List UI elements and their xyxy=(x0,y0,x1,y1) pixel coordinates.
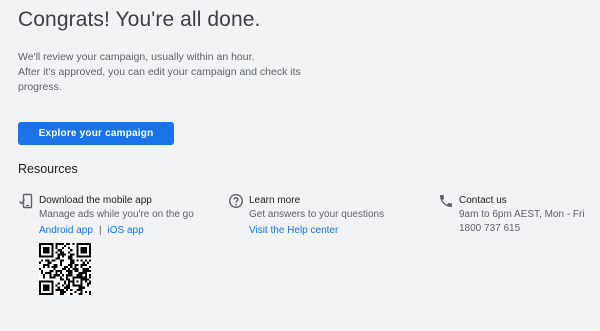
confirmation-page: Congrats! You're all done. We'll review … xyxy=(0,0,600,331)
learn-more-subtitle: Get answers to your questions xyxy=(249,209,385,220)
android-app-link[interactable]: Android app xyxy=(39,225,93,236)
description-line: After it's approved, you can edit your c… xyxy=(18,66,301,78)
review-description: We'll review your campaign, usually with… xyxy=(18,50,318,95)
mobile-app-title: Download the mobile app xyxy=(39,195,152,206)
mobile-app-subtitle: Manage ads while you're on the go xyxy=(39,209,194,220)
description-line: We'll review your campaign, usually with… xyxy=(18,51,255,63)
contact-hours: 9am to 6pm AEST, Mon - Fri xyxy=(459,209,585,220)
mobile-phone-icon xyxy=(18,193,34,209)
ios-app-link[interactable]: iOS app xyxy=(108,225,144,236)
description-line: progress. xyxy=(18,81,62,93)
help-circle-icon xyxy=(228,193,244,209)
page-title: Congrats! You're all done. xyxy=(18,8,261,31)
help-center-link[interactable]: Visit the Help center xyxy=(249,225,338,236)
learn-more-title: Learn more xyxy=(249,195,301,206)
qr-code-icon xyxy=(39,243,91,295)
link-separator: | xyxy=(98,225,102,236)
contact-phone: 1800 737 615 xyxy=(459,223,521,234)
explore-campaign-button[interactable]: Explore your campaign xyxy=(18,122,174,145)
contact-title: Contact us xyxy=(459,195,507,206)
resources-heading: Resources xyxy=(18,162,78,176)
app-links: Android app | iOS app xyxy=(39,222,194,237)
phone-icon xyxy=(438,193,454,209)
